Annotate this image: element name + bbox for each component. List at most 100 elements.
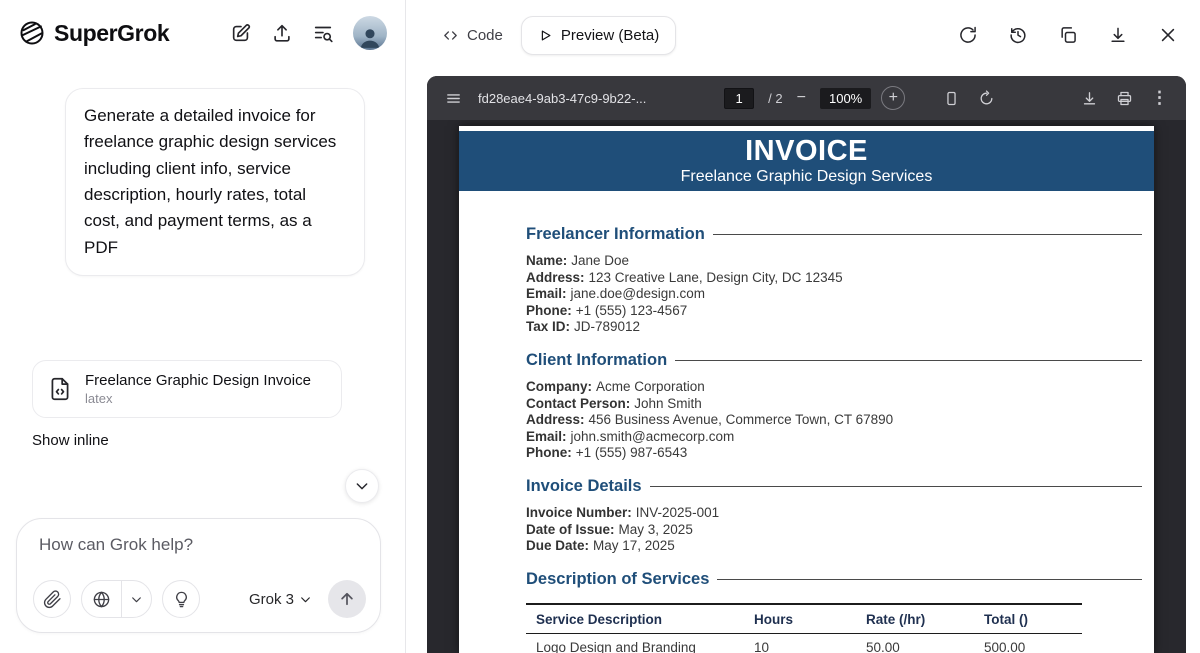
chat-input[interactable] bbox=[33, 533, 366, 569]
pdf-canvas[interactable]: INVOICE Freelance Graphic Design Service… bbox=[427, 120, 1186, 653]
services-table-header: Service Description Hours Rate (/hr) Tot… bbox=[526, 605, 1082, 634]
field-row: Date of Issue: May 3, 2025 bbox=[526, 522, 1142, 539]
section-heading-text: Client Information bbox=[526, 350, 668, 369]
deepsearch-options-button[interactable] bbox=[121, 581, 151, 617]
field-row: Phone: +1 (555) 123-4567 bbox=[526, 303, 1142, 320]
printer-icon bbox=[1117, 91, 1132, 105]
play-icon bbox=[541, 30, 551, 40]
download-icon bbox=[1111, 27, 1125, 42]
file-attachment-card[interactable]: Freelance Graphic Design Invoice latex bbox=[32, 360, 342, 419]
field-label: Email: bbox=[526, 286, 567, 302]
show-inline-link[interactable]: Show inline bbox=[32, 432, 109, 449]
field-label: Phone: bbox=[526, 445, 572, 461]
field-value: jane.doe@design.com bbox=[570, 286, 706, 302]
heading-rule bbox=[717, 578, 1142, 580]
page-fit-icon bbox=[947, 91, 956, 105]
page-number-input[interactable] bbox=[724, 87, 755, 109]
field-label: Name: bbox=[526, 253, 568, 268]
column-header: Total () bbox=[984, 611, 1028, 627]
heading-rule bbox=[649, 485, 1142, 487]
field-row: Invoice Number: INV-2025-001 bbox=[526, 505, 1142, 522]
field-label: Tax ID: bbox=[526, 319, 571, 335]
invoice-body: Freelancer Information Name: Jane Doe Add… bbox=[459, 191, 1154, 653]
code-file-icon bbox=[51, 377, 69, 401]
tab-preview[interactable]: Preview (Beta) bbox=[520, 15, 677, 55]
think-button[interactable] bbox=[162, 580, 200, 618]
close-button[interactable] bbox=[1158, 25, 1178, 45]
table-cell: 10 bbox=[754, 639, 770, 653]
download-button[interactable] bbox=[1108, 25, 1128, 45]
field-label: Phone: bbox=[526, 302, 572, 318]
table-cell: Logo Design and Branding bbox=[536, 639, 696, 653]
brand-label: SuperGrok bbox=[54, 19, 170, 46]
deepsearch-button[interactable] bbox=[82, 581, 121, 617]
chat-header-actions bbox=[230, 16, 387, 50]
rotate-icon bbox=[980, 89, 993, 104]
upload-icon bbox=[274, 24, 290, 42]
sidebar-toggle-button[interactable] bbox=[441, 86, 466, 111]
pdf-toolbar: fd28eae4-9ab3-47c9-9b22-... / 2 − 100% + bbox=[427, 76, 1186, 120]
history-button[interactable] bbox=[1008, 25, 1028, 45]
zoom-level: 100% bbox=[819, 87, 872, 109]
fit-page-button[interactable] bbox=[939, 86, 964, 111]
zoom-in-button[interactable]: + bbox=[881, 86, 906, 110]
chat-header: SuperGrok bbox=[0, 0, 405, 58]
attach-button[interactable] bbox=[33, 580, 71, 618]
field-row: Email: jane.doe@design.com bbox=[526, 286, 1142, 303]
invoice-header-band: INVOICE Freelance Graphic Design Service… bbox=[459, 131, 1154, 191]
globe-icon bbox=[93, 591, 110, 607]
composer-controls: Grok 3 bbox=[33, 580, 366, 618]
invoice-title: INVOICE bbox=[745, 134, 868, 167]
tab-code[interactable]: Code bbox=[430, 17, 515, 54]
model-label: Grok 3 bbox=[248, 590, 294, 608]
pdf-more-button[interactable]: ⋮ bbox=[1147, 84, 1172, 112]
search-chats-button[interactable] bbox=[312, 22, 334, 44]
refresh-button[interactable] bbox=[958, 25, 978, 45]
column-header: Service Description bbox=[536, 611, 663, 627]
download-icon bbox=[1083, 91, 1096, 104]
field-row: Due Date: May 17, 2025 bbox=[526, 538, 1142, 555]
field-row: Address: 123 Creative Lane, Design City, … bbox=[526, 270, 1142, 287]
copy-button[interactable] bbox=[1058, 25, 1078, 45]
preview-header: Code Preview (Beta) bbox=[406, 0, 1200, 76]
field-value: May 3, 2025 bbox=[618, 521, 693, 537]
field-label: Address: bbox=[526, 412, 585, 428]
pdf-print-button[interactable] bbox=[1112, 86, 1137, 111]
field-value: +1 (555) 123-4567 bbox=[575, 302, 688, 318]
field-row: Company: Acme Corporation bbox=[526, 379, 1142, 396]
field-value: Acme Corporation bbox=[596, 378, 705, 394]
chat-panel: SuperGrok Generate a detailed invoice fo… bbox=[0, 0, 406, 653]
compose-icon bbox=[232, 24, 251, 42]
zoom-out-button[interactable]: − bbox=[793, 88, 810, 108]
file-card-title: Freelance Graphic Design Invoice bbox=[85, 372, 311, 390]
field-label: Email: bbox=[526, 428, 567, 444]
pdf-download-button[interactable] bbox=[1077, 86, 1102, 111]
section-heading-text: Freelancer Information bbox=[526, 225, 705, 243]
send-button[interactable] bbox=[328, 580, 366, 618]
person-icon bbox=[360, 29, 380, 48]
model-selector[interactable]: Grok 3 bbox=[243, 587, 318, 612]
chevron-down-icon bbox=[356, 483, 368, 490]
code-icon bbox=[444, 30, 457, 40]
user-avatar[interactable] bbox=[353, 16, 387, 50]
file-card-subtitle: latex bbox=[85, 391, 113, 407]
heading-rule bbox=[675, 359, 1142, 361]
section-fields: Company: Acme Corporation Contact Person:… bbox=[526, 379, 1142, 462]
arrow-up-icon bbox=[341, 592, 353, 606]
services-table: Service Description Hours Rate (/hr) Tot… bbox=[526, 602, 1082, 653]
paperclip-icon bbox=[43, 589, 61, 608]
heading-rule bbox=[712, 234, 1142, 235]
section-fields: Invoice Number: INV-2025-001 Date of Issu… bbox=[526, 505, 1142, 555]
field-row: Email: john.smith@acmecorp.com bbox=[526, 429, 1142, 446]
rotate-button[interactable] bbox=[974, 86, 999, 111]
section-fields: Name: Jane Doe Address: 123 Creative Lane,… bbox=[526, 253, 1142, 336]
user-message: Generate a detailed invoice for freelanc… bbox=[65, 88, 365, 277]
upload-button[interactable] bbox=[271, 22, 293, 44]
new-chat-button[interactable] bbox=[230, 22, 252, 44]
field-label: Company: bbox=[526, 378, 593, 394]
field-label: Date of Issue: bbox=[526, 521, 615, 537]
section-heading-text: Description of Services bbox=[526, 569, 710, 588]
deepsearch-control bbox=[81, 580, 152, 618]
scroll-to-bottom-button[interactable] bbox=[345, 469, 379, 503]
field-row: Contact Person: John Smith bbox=[526, 396, 1142, 413]
